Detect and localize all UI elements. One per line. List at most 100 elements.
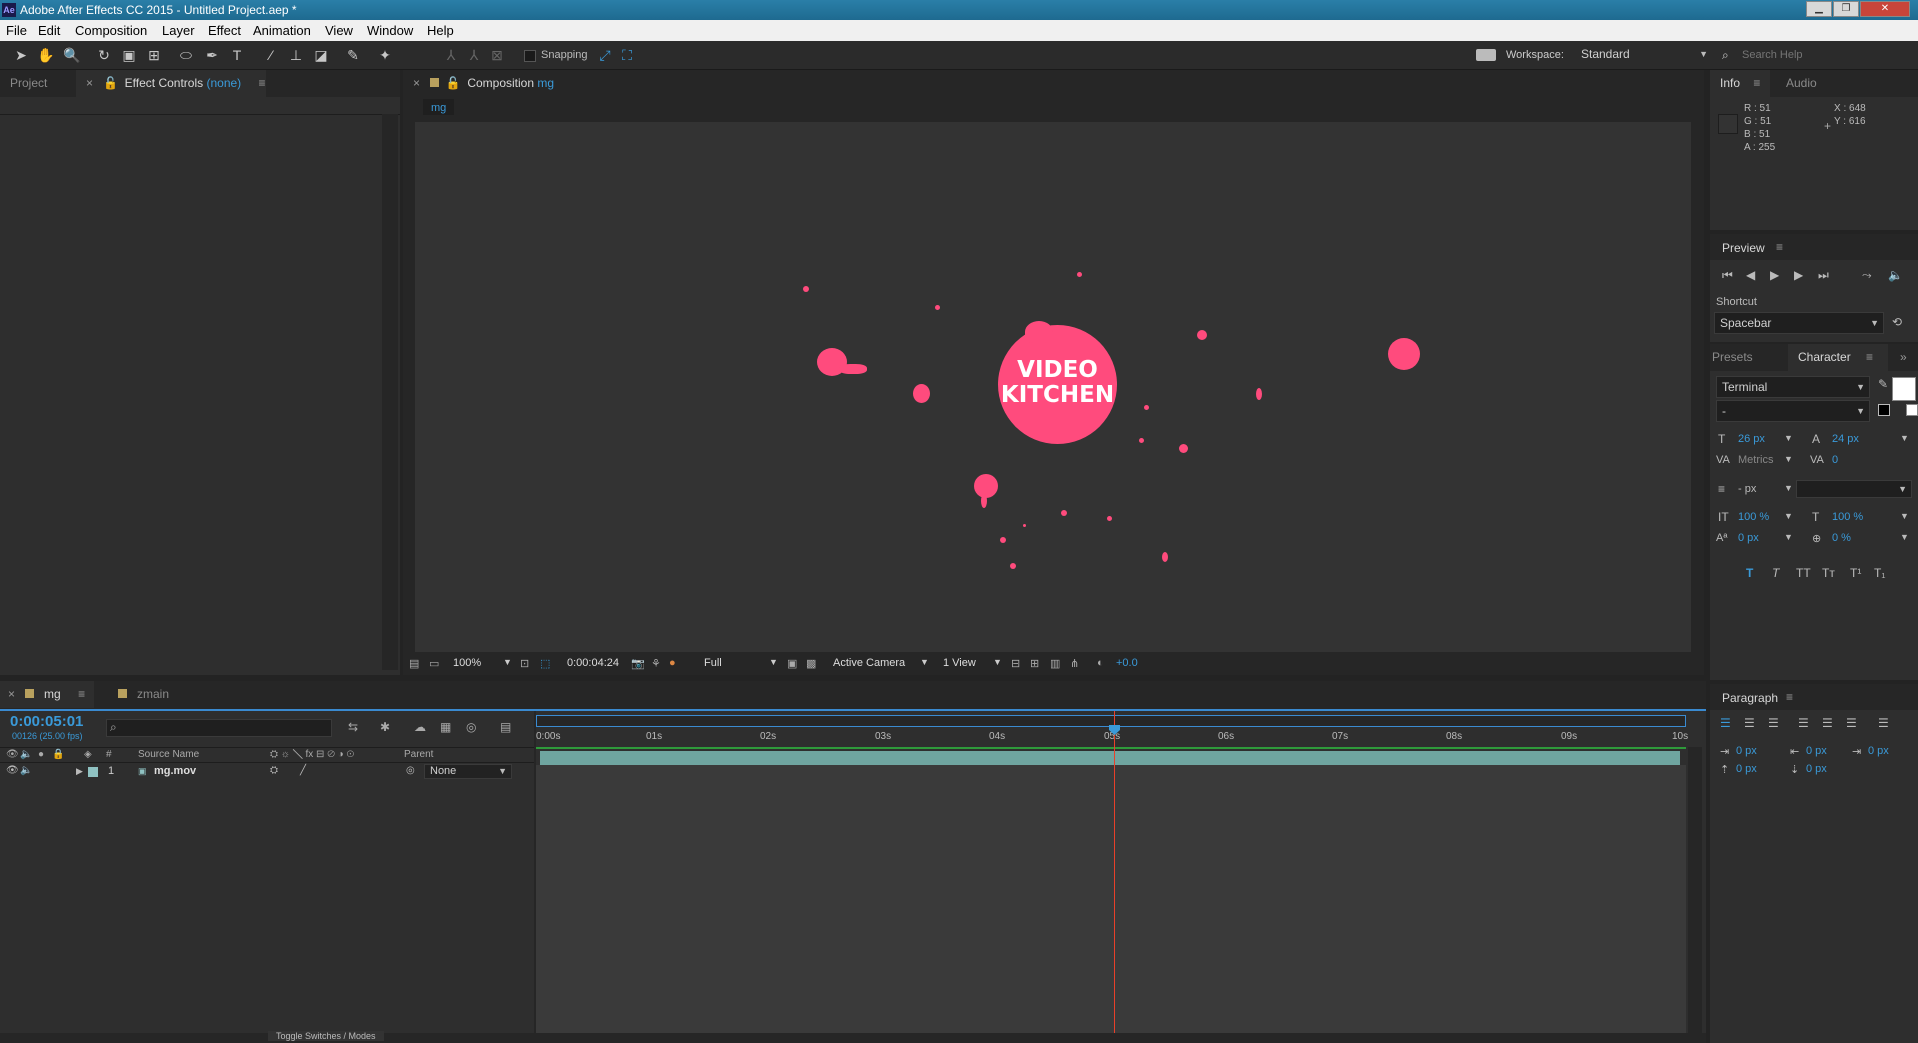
panel-menu-icon[interactable]: ≡ xyxy=(1753,76,1760,90)
stroke-type-dropdown[interactable] xyxy=(1796,480,1912,498)
faux-italic-icon[interactable]: T xyxy=(1772,566,1779,580)
tab-project[interactable]: Project xyxy=(0,70,76,97)
next-frame-icon[interactable]: ▶︎ xyxy=(1794,268,1803,282)
pan-behind-tool-icon[interactable]: ⊞ xyxy=(145,47,163,63)
reset-icon[interactable]: ⟲ xyxy=(1892,315,1902,329)
parent-dropdown[interactable]: None xyxy=(424,764,512,779)
align-center-icon[interactable]: ☰ xyxy=(1744,716,1755,730)
justify-left-icon[interactable]: ☰ xyxy=(1798,716,1809,730)
axis-view-icon[interactable]: ⊠ xyxy=(488,47,506,63)
chevron-down-icon[interactable]: ▼ xyxy=(1900,532,1909,542)
show-snapshot-icon[interactable]: ⚘ xyxy=(651,657,661,670)
solo-column-icon[interactable]: ● xyxy=(38,749,44,760)
layer-label-color[interactable] xyxy=(88,767,98,777)
all-caps-icon[interactable]: TT xyxy=(1796,566,1811,580)
chevron-down-icon[interactable]: ▼ xyxy=(1784,532,1793,542)
monitor-icon[interactable]: ▭ xyxy=(429,657,439,670)
tab-composition[interactable]: × 🔓 Composition mg ≡ xyxy=(403,70,573,117)
label-column-icon[interactable]: ◈ xyxy=(84,749,92,760)
chevron-down-icon[interactable]: ▼ xyxy=(503,657,512,667)
chevron-down-icon[interactable]: ▼ xyxy=(1784,483,1793,493)
motion-blur-icon[interactable]: ◎ xyxy=(466,720,476,734)
snapping-checkbox[interactable] xyxy=(524,50,536,62)
align-right-icon[interactable]: ☰ xyxy=(1768,716,1779,730)
clone-stamp-tool-icon[interactable]: ⊥ xyxy=(287,47,305,63)
timeline-icon[interactable]: ⊞ xyxy=(1030,657,1039,670)
black-swatch[interactable] xyxy=(1878,404,1890,416)
menu-layer[interactable]: Layer xyxy=(162,23,195,38)
workspace-dropdown[interactable]: Standard xyxy=(1576,44,1712,66)
chevron-down-icon[interactable]: ▼ xyxy=(1900,511,1909,521)
search-help-input[interactable] xyxy=(1738,45,1912,65)
indent-first-value[interactable]: 0 px xyxy=(1868,745,1889,757)
menu-help[interactable]: Help xyxy=(427,23,454,38)
timeline-scrollbar[interactable] xyxy=(1688,747,1702,1043)
first-frame-icon[interactable]: ⏮ xyxy=(1722,268,1733,283)
pick-whip-icon[interactable]: ◎ xyxy=(406,765,415,776)
panel-menu-icon[interactable]: ≡ xyxy=(259,76,266,90)
font-size-value[interactable]: 26 px xyxy=(1738,433,1765,445)
chevron-down-icon[interactable]: ▼ xyxy=(993,657,1002,667)
indent-right-value[interactable]: 0 px xyxy=(1806,745,1827,757)
loop-icon[interactable]: ⤳ xyxy=(1862,268,1872,283)
ellipse-tool-icon[interactable]: ⬭ xyxy=(177,47,195,63)
views-dropdown[interactable]: 1 View xyxy=(943,657,976,669)
audio-icon[interactable]: 🔈 xyxy=(1888,268,1903,282)
frame-blending-icon[interactable]: ▦ xyxy=(440,720,451,734)
superscript-icon[interactable]: T¹ xyxy=(1850,566,1861,580)
exposure-icon[interactable]: ◐ xyxy=(1097,657,1104,669)
subscript-icon[interactable]: T₁ xyxy=(1874,566,1885,580)
pen-tool-icon[interactable]: ✒ xyxy=(203,47,221,63)
small-caps-icon[interactable]: Tт xyxy=(1822,566,1835,580)
roto-brush-tool-icon[interactable]: ✎ xyxy=(344,47,362,63)
graph-editor-icon[interactable]: ▤ xyxy=(500,720,511,734)
tab-zmain[interactable]: zmain xyxy=(108,681,204,708)
align-left-icon[interactable]: ☰ xyxy=(1720,716,1731,730)
font-style-dropdown[interactable]: - xyxy=(1716,400,1870,422)
resolution-dropdown[interactable]: Full xyxy=(704,657,722,669)
toggle-switches-modes-button[interactable]: Toggle Switches / Modes xyxy=(268,1031,384,1041)
current-time-display[interactable]: 0:00:04:24 xyxy=(567,657,619,669)
chevron-down-icon[interactable]: ▼ xyxy=(1784,433,1793,443)
justify-all-icon[interactable]: ☰ xyxy=(1878,716,1889,730)
panel-menu-icon[interactable]: ≡ xyxy=(1776,240,1783,254)
video-column-icon[interactable]: 👁 xyxy=(6,749,19,760)
axis-world-icon[interactable]: ⅄ xyxy=(465,47,483,63)
region-of-interest-icon[interactable]: ⬚ xyxy=(540,657,550,670)
switches-column-icons[interactable]: ⛭ ☼ ╲ fx ⊟ ⊘ ◑ ⊙ xyxy=(270,749,354,760)
justify-right-icon[interactable]: ☰ xyxy=(1846,716,1857,730)
lock-column-icon[interactable]: 🔒 xyxy=(52,749,64,760)
indent-left-value[interactable]: 0 px xyxy=(1736,745,1757,757)
menu-file[interactable]: File xyxy=(6,23,27,38)
play-icon[interactable]: ▶ xyxy=(1770,268,1779,282)
tsume-value[interactable]: 0 % xyxy=(1832,532,1851,544)
layer-duration-bar[interactable] xyxy=(540,751,1680,765)
tab-character[interactable]: Character ≡ xyxy=(1788,344,1888,371)
eraser-tool-icon[interactable]: ◪ xyxy=(312,47,330,63)
tab-presets[interactable]: Presets xyxy=(1710,344,1785,371)
stroke-width-value[interactable]: - px xyxy=(1738,483,1756,495)
video-toggle-icon[interactable]: 👁 xyxy=(6,765,19,776)
comp-flowchart-icon[interactable]: ▥ xyxy=(1050,657,1060,670)
camera-dropdown[interactable]: Active Camera xyxy=(833,657,905,669)
tracking-value[interactable]: 0 xyxy=(1832,454,1838,466)
comp-mini-flowchart-icon[interactable]: ⇆ xyxy=(348,720,358,734)
stroke-color-swatch[interactable] xyxy=(1906,404,1918,416)
lock-icon[interactable]: 🔓 xyxy=(446,76,461,90)
leading-value[interactable]: 24 px xyxy=(1832,433,1859,445)
tab-mg[interactable]: × mg ≡ xyxy=(0,681,94,708)
exposure-value[interactable]: +0.0 xyxy=(1116,657,1138,669)
space-before-value[interactable]: 0 px xyxy=(1736,763,1757,775)
expand-panels-icon[interactable]: » xyxy=(1900,350,1907,364)
baseline-shift-value[interactable]: 0 px xyxy=(1738,532,1759,544)
panel-menu-icon[interactable]: ≡ xyxy=(1866,350,1873,364)
scrollbar[interactable] xyxy=(382,114,398,670)
chevron-down-icon[interactable]: ▼ xyxy=(1900,433,1909,443)
composition-viewer[interactable]: VIDEO KITCHEN xyxy=(415,122,1691,652)
draft-3d-icon[interactable]: ✱ xyxy=(380,720,390,734)
chevron-down-icon[interactable]: ▼ xyxy=(920,657,929,667)
shy-switch-icon[interactable]: ⛭ xyxy=(270,765,278,776)
font-family-dropdown[interactable]: Terminal xyxy=(1716,376,1870,398)
pixel-aspect-icon[interactable]: ⊟ xyxy=(1011,657,1020,670)
rotate-tool-icon[interactable]: ↻ xyxy=(95,47,113,63)
